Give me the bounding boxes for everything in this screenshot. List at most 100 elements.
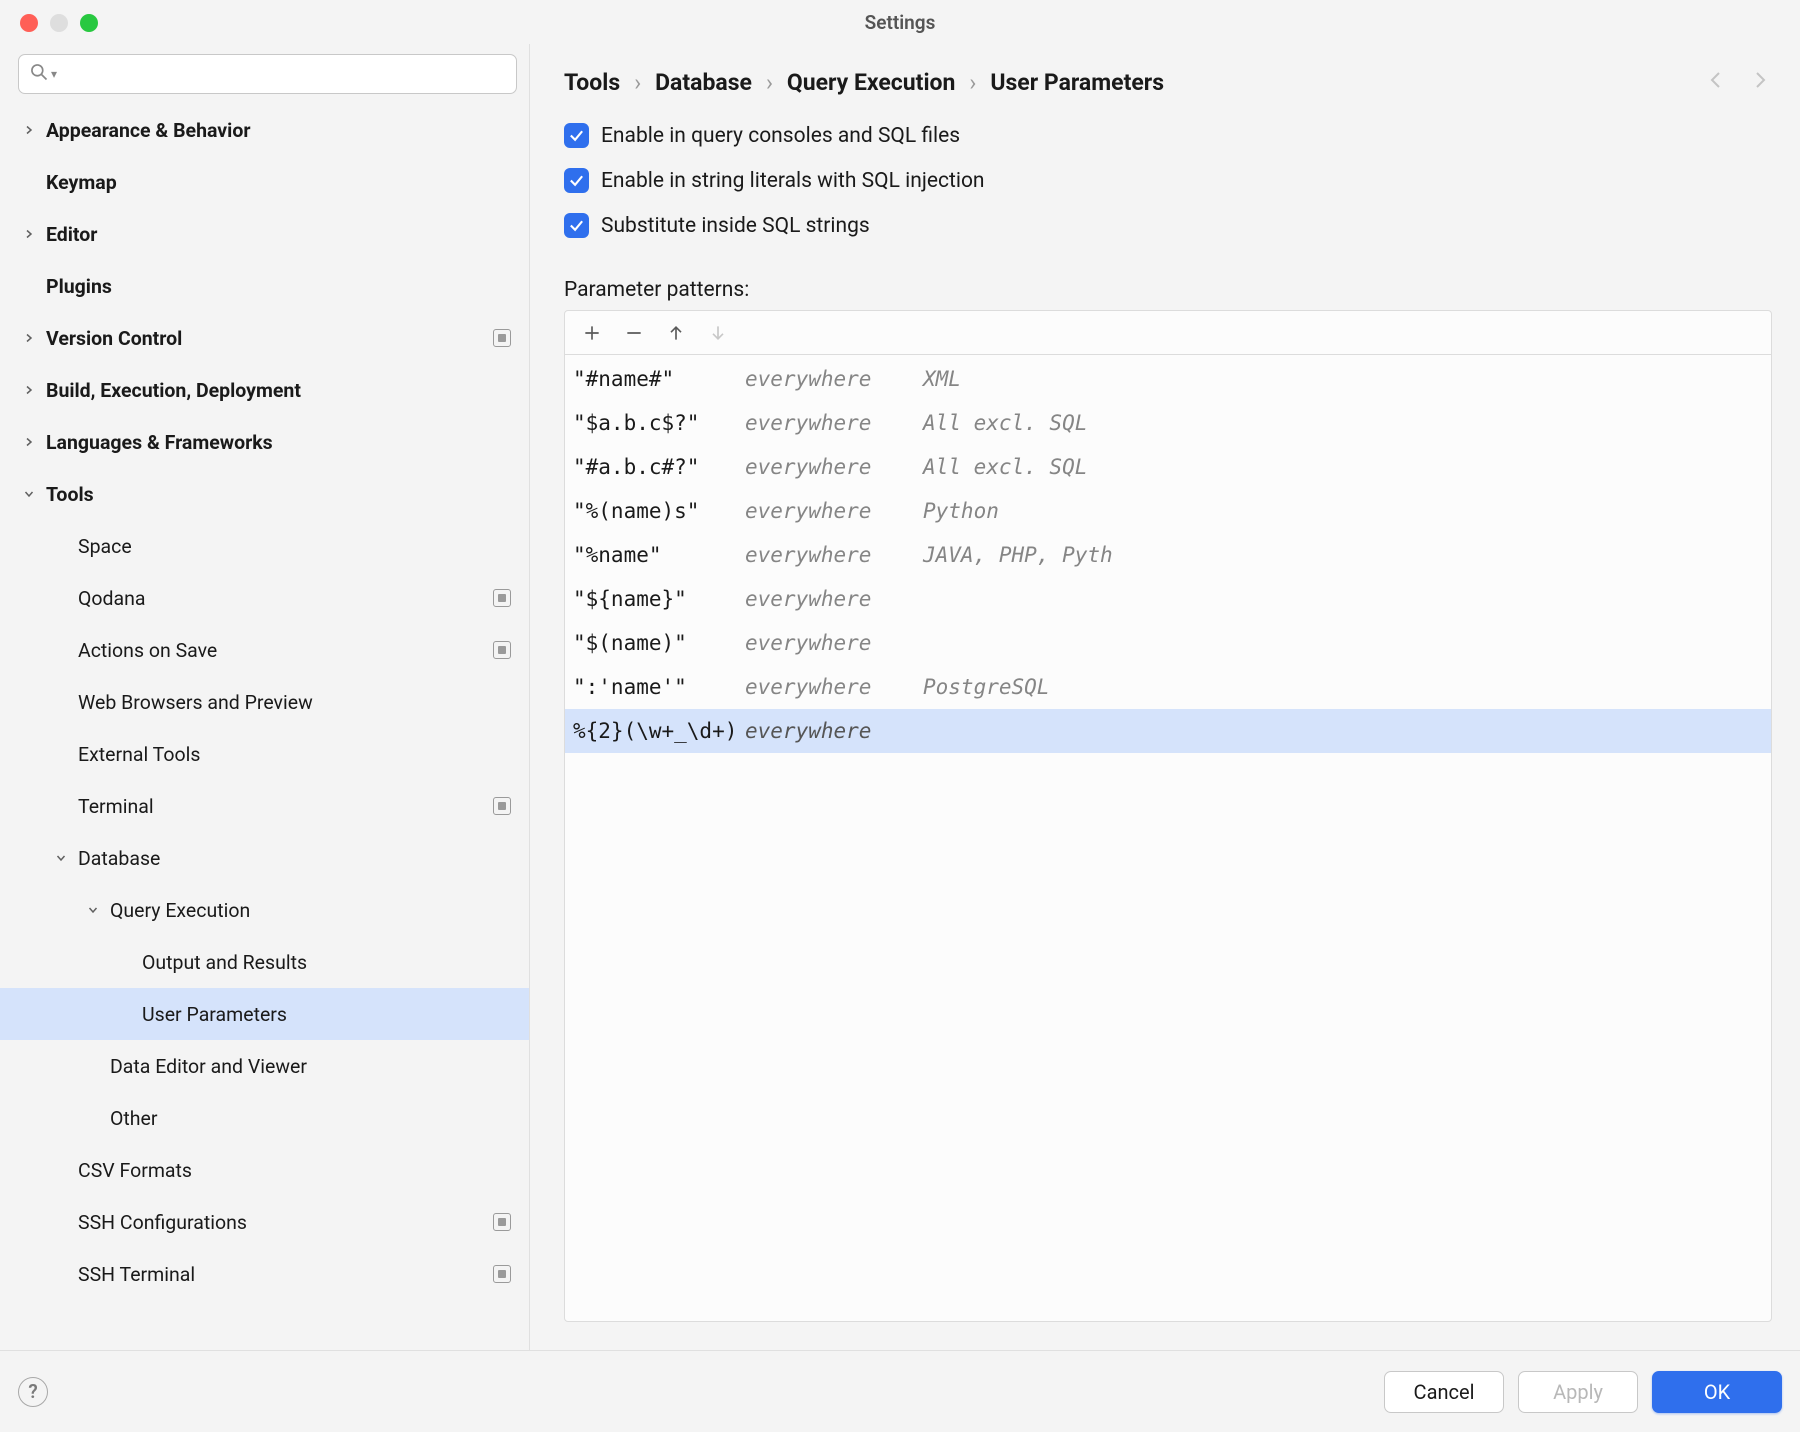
expander-icon[interactable] xyxy=(18,124,40,136)
tree-item[interactable]: Appearance & Behavior xyxy=(12,104,523,156)
pattern-row[interactable]: "$(name)"everywhere xyxy=(565,621,1771,665)
tree-item-label: Tools xyxy=(46,483,511,506)
tree-item[interactable]: Build, Execution, Deployment xyxy=(12,364,523,416)
pattern-lang: PostgreSQL xyxy=(923,675,1763,699)
tree-item[interactable]: User Parameters xyxy=(0,988,529,1040)
tree-item-label: Editor xyxy=(46,223,511,246)
pattern-row[interactable]: "#a.b.c#?"everywhereAll excl. SQL xyxy=(565,445,1771,489)
pattern-row[interactable]: "#name#"everywhereXML xyxy=(565,357,1771,401)
pattern-scope: everywhere xyxy=(745,631,923,655)
move-up-button[interactable] xyxy=(657,314,695,352)
pattern-text: "#a.b.c#?" xyxy=(573,455,745,479)
move-down-button[interactable] xyxy=(699,314,737,352)
apply-button[interactable]: Apply xyxy=(1518,1371,1638,1413)
checkbox[interactable] xyxy=(564,168,589,193)
tree-item[interactable]: Tools xyxy=(12,468,523,520)
parameter-patterns-label: Parameter patterns: xyxy=(564,278,1772,302)
breadcrumb-separator-icon: › xyxy=(766,69,773,96)
nav-back-icon[interactable] xyxy=(1704,68,1728,97)
titlebar: Settings xyxy=(0,0,1800,44)
tree-item[interactable]: External Tools xyxy=(12,728,523,780)
expander-icon[interactable] xyxy=(18,436,40,448)
pattern-scope: everywhere xyxy=(745,411,923,435)
pattern-row[interactable]: "${name}"everywhere xyxy=(565,577,1771,621)
pattern-row[interactable]: "%(name)s"everywherePython xyxy=(565,489,1771,533)
tree-item[interactable]: Plugins xyxy=(12,260,523,312)
checkbox-label: Enable in query consoles and SQL files xyxy=(601,124,960,148)
tree-item-label: Database xyxy=(78,847,511,870)
tree-item-label: Keymap xyxy=(46,171,511,194)
tree-item[interactable]: Data Editor and Viewer xyxy=(12,1040,523,1092)
tree-item-label: Output and Results xyxy=(142,951,511,974)
tree-item[interactable]: SSH Terminal xyxy=(12,1248,523,1300)
settings-sidebar: ▾ Appearance & Behavior Keymap Editor Plugi… xyxy=(0,44,530,1350)
pattern-scope: everywhere xyxy=(745,455,923,479)
pattern-scope: everywhere xyxy=(745,719,923,743)
breadcrumb-separator-icon: › xyxy=(634,69,641,96)
tree-item[interactable]: Actions on Save xyxy=(12,624,523,676)
pattern-scope: everywhere xyxy=(745,675,923,699)
tree-item[interactable]: Web Browsers and Preview xyxy=(12,676,523,728)
remove-pattern-button[interactable] xyxy=(615,314,653,352)
tree-item-label: Appearance & Behavior xyxy=(46,119,511,142)
expander-icon[interactable] xyxy=(18,228,40,240)
breadcrumb-segment[interactable]: Tools xyxy=(564,69,620,96)
tree-item[interactable]: Version Control xyxy=(12,312,523,364)
add-pattern-button[interactable] xyxy=(573,314,611,352)
search-field-container[interactable]: ▾ xyxy=(18,54,517,94)
project-scope-icon xyxy=(493,589,511,607)
tree-item[interactable]: Output and Results xyxy=(12,936,523,988)
expander-icon[interactable] xyxy=(18,488,40,500)
pattern-text: "${name}" xyxy=(573,587,745,611)
tree-item[interactable]: Languages & Frameworks xyxy=(12,416,523,468)
checkbox-label: Enable in string literals with SQL injec… xyxy=(601,169,985,193)
expander-icon[interactable] xyxy=(18,384,40,396)
search-input[interactable] xyxy=(57,62,506,86)
tree-item[interactable]: Editor xyxy=(12,208,523,260)
pattern-row[interactable]: %{2}(\w+_\d+)everywhere xyxy=(565,709,1771,753)
tree-item[interactable]: Space xyxy=(12,520,523,572)
breadcrumb-segment[interactable]: Query Execution xyxy=(787,69,956,96)
pattern-row[interactable]: ":'name'"everywherePostgreSQL xyxy=(565,665,1771,709)
project-scope-icon xyxy=(493,797,511,815)
tree-item-label: Languages & Frameworks xyxy=(46,431,511,454)
tree-item[interactable]: Keymap xyxy=(12,156,523,208)
window-zoom-button[interactable] xyxy=(80,14,98,32)
tree-item[interactable]: Other xyxy=(12,1092,523,1144)
checkbox[interactable] xyxy=(564,123,589,148)
pattern-row[interactable]: "%name"everywhereJAVA, PHP, Pyth xyxy=(565,533,1771,577)
checkbox[interactable] xyxy=(564,213,589,238)
pattern-row[interactable]: "$a.b.c$?"everywhereAll excl. SQL xyxy=(565,401,1771,445)
tree-item[interactable]: Qodana xyxy=(12,572,523,624)
expander-icon[interactable] xyxy=(82,904,104,916)
tree-item-label: User Parameters xyxy=(142,1003,511,1026)
tree-item[interactable]: Database xyxy=(12,832,523,884)
tree-item[interactable]: Query Execution xyxy=(12,884,523,936)
ok-button[interactable]: OK xyxy=(1652,1371,1782,1413)
tree-item[interactable]: Terminal xyxy=(12,780,523,832)
pattern-text: "$(name)" xyxy=(573,631,745,655)
tree-item-label: Build, Execution, Deployment xyxy=(46,379,511,402)
window-minimize-button[interactable] xyxy=(50,14,68,32)
cancel-button[interactable]: Cancel xyxy=(1384,1371,1504,1413)
expander-icon[interactable] xyxy=(50,852,72,864)
tree-item[interactable]: SSH Configurations xyxy=(12,1196,523,1248)
breadcrumb-segment[interactable]: Database xyxy=(655,69,752,96)
pattern-lang: All excl. SQL xyxy=(923,411,1763,435)
checkbox-label: Substitute inside SQL strings xyxy=(601,214,870,238)
expander-icon[interactable] xyxy=(18,332,40,344)
checkbox-row: Enable in string literals with SQL injec… xyxy=(564,168,1772,193)
breadcrumb-segment[interactable]: User Parameters xyxy=(990,69,1164,96)
tree-item-label: Version Control xyxy=(46,327,493,350)
pattern-lang: Python xyxy=(923,499,1763,523)
nav-forward-icon[interactable] xyxy=(1748,68,1772,97)
window-close-button[interactable] xyxy=(20,14,38,32)
window-title: Settings xyxy=(865,11,936,34)
tree-item-label: External Tools xyxy=(78,743,511,766)
help-button[interactable]: ? xyxy=(18,1377,48,1407)
pattern-scope: everywhere xyxy=(745,367,923,391)
tree-item-label: Web Browsers and Preview xyxy=(78,691,511,714)
project-scope-icon xyxy=(493,1265,511,1283)
tree-item[interactable]: CSV Formats xyxy=(12,1144,523,1196)
tree-item-label: Qodana xyxy=(78,587,493,610)
